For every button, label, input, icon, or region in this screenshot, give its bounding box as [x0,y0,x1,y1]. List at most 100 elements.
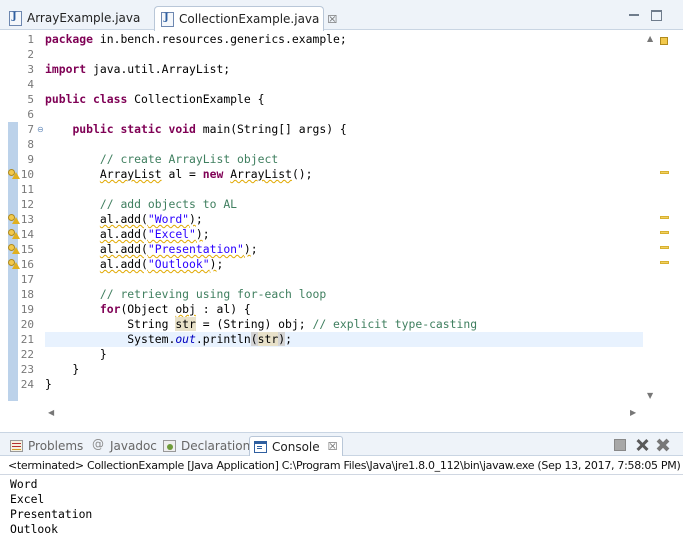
code-token: public [72,122,114,136]
code-line[interactable]: al.add("Presentation"); [45,242,258,257]
code-token: ArrayList [230,167,292,181]
code-line[interactable]: } [45,377,52,392]
code-line[interactable]: System.out.println(str); [45,332,292,347]
code-token: .println [195,332,251,346]
tab-problems[interactable]: Problems [10,437,83,455]
tab-collection-example[interactable]: CollectionExample.java ☒ [154,6,337,31]
line-number: 2 [27,48,34,61]
vertical-scrollbar[interactable]: ▲ ▼ [644,31,656,407]
code-token: al.add( [99,242,148,256]
code-line[interactable]: // retrieving using for-each loop [45,287,326,302]
code-token: ArrayList [99,167,162,181]
code-line[interactable]: al.add("Word"); [45,212,203,227]
code-token: al.add("Word") [100,212,196,226]
tab-label: ArrayExample.java [27,11,141,25]
java-file-icon [161,11,174,27]
overview-ruler[interactable] [658,31,670,407]
code-line[interactable]: // create ArrayList object [45,152,278,167]
code-line[interactable]: al.add("Excel"); [45,227,210,242]
console-output-line: Outlook [10,522,59,536]
terminate-icon[interactable] [614,439,626,451]
code-line[interactable]: for(Object obj : al) { [45,302,251,317]
line-number: 7 [27,123,34,136]
overview-warning-mark[interactable] [660,171,669,174]
code-line[interactable]: } [45,347,107,362]
code-token: // retrieving using for-each loop [99,287,327,301]
code-token: out [175,332,196,346]
code-editor[interactable]: 1 2 3 4 5 6 7 ⊖ 8 9 10 11 12 13 14 15 16 17 18 19 20 21 22 23 24… [0,31,683,423]
scroll-left-icon[interactable]: ◀ [48,408,54,417]
scroll-down-icon[interactable]: ▼ [647,391,653,400]
code-line[interactable]: // add objects to AL [45,197,237,212]
code-token: java.util.ArrayList; [86,62,231,76]
code-token: ) [189,212,196,226]
console-output[interactable]: Word Excel Presentation Outlook [0,476,683,546]
code-token: ; [216,257,224,271]
quick-fix-warning-icon[interactable] [8,168,20,180]
code-line[interactable]: public class CollectionExample { [45,92,264,107]
code-line[interactable]: al.add("Outlook"); [45,257,223,272]
code-token: class [93,92,128,106]
code-token: obj [175,302,196,316]
code-token: (); [291,167,313,181]
code-token: al.add("Presentation") [100,242,251,256]
scroll-right-icon[interactable]: ▶ [630,408,636,417]
remove-all-terminated-icon[interactable] [636,439,648,451]
code-token: al.add( [99,257,148,271]
code-line[interactable]: } [45,362,79,377]
code-text-area[interactable]: package in.bench.resources.generics.exam… [45,31,643,407]
console-icon [254,440,267,453]
fold-toggle-icon[interactable]: ⊖ [37,122,44,137]
maximize-icon[interactable] [651,10,662,21]
tab-console[interactable]: Console ☒ [249,436,343,456]
horizontal-scrollbar[interactable]: ◀ ▶ [45,408,643,420]
code-line[interactable]: import java.util.ArrayList; [45,62,230,77]
quick-fix-warning-icon[interactable] [8,258,20,270]
remove-launch-icon[interactable] [657,439,669,451]
line-number: 17 [20,273,34,286]
code-token: al = [161,167,203,181]
tab-array-example[interactable]: ArrayExample.java [3,6,151,30]
overview-warning-mark[interactable] [660,231,669,234]
scroll-up-icon[interactable]: ▲ [647,34,653,43]
overview-warning-mark[interactable] [660,261,669,264]
code-token: ) [243,242,251,256]
code-token: package [45,32,94,46]
code-token: new [202,167,224,181]
code-line[interactable]: package in.bench.resources.generics.exam… [45,32,347,47]
tab-declaration[interactable]: Declaration [163,437,250,455]
code-token: } [45,347,107,361]
code-token: String [45,317,176,331]
line-number: 24 [20,378,34,391]
code-line[interactable]: String str = (String) obj; // explicit t… [45,317,477,332]
code-token: ; [285,332,292,346]
tab-javadoc[interactable]: Javadoc [92,437,157,455]
code-token: for [99,302,121,316]
console-output-line: Excel [10,492,45,506]
code-token: void [168,122,196,136]
code-line[interactable]: ArrayList al = new ArrayList(); [45,167,313,182]
tab-label: Problems [28,439,84,453]
problems-icon [10,440,23,452]
overview-warning-mark[interactable] [660,216,669,219]
close-icon[interactable]: ☒ [328,440,338,453]
code-token: System. [45,332,176,346]
code-line[interactable]: public static void main(String[] args) { [45,122,346,137]
quick-fix-warning-icon[interactable] [8,243,20,255]
quick-fix-warning-icon[interactable] [8,228,20,240]
code-token: "Word" [147,212,190,226]
warning-summary-icon[interactable] [660,37,668,45]
line-number: 14 [20,228,34,241]
overview-warning-mark[interactable] [660,246,669,249]
close-icon[interactable]: ☒ [327,13,337,26]
minimize-icon[interactable] [629,14,639,17]
quick-fix-warning-icon[interactable] [8,213,20,225]
code-token: ; [195,212,203,226]
